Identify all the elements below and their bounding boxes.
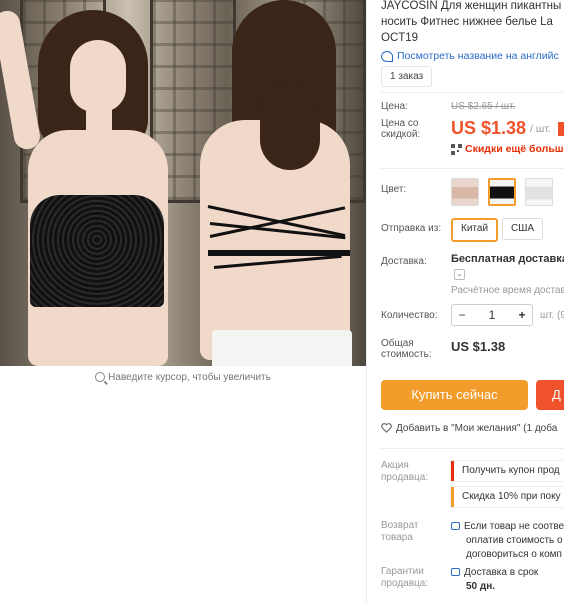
- quantity-label: Количество:: [381, 310, 438, 321]
- guarantee-line: 50 дн.: [466, 581, 496, 592]
- return-line: договориться о комп: [466, 549, 562, 560]
- color-label: Цвет:: [381, 184, 407, 195]
- return-line: Если товар не соотве: [464, 521, 564, 532]
- quantity-plus-button[interactable]: +: [512, 308, 532, 322]
- title-line: носить Фитнес нижнее белье La: [381, 16, 553, 28]
- shipping-method[interactable]: Бесплатная доставка в: [451, 253, 564, 265]
- seller-guarantee-text: Доставка в срок 50 дн.: [451, 566, 538, 594]
- return-policy-label: Возврат товара: [381, 520, 419, 543]
- price-label: Цена:: [381, 101, 408, 112]
- orders-count: 1 заказ: [381, 66, 433, 87]
- qr-code-icon: [451, 143, 462, 155]
- color-swatch-white[interactable]: [525, 178, 553, 206]
- ship-from-label: Отправка из:: [381, 223, 442, 234]
- add-to-cart-button[interactable]: Д: [536, 380, 564, 410]
- wishlist-text[interactable]: Добавить в "Мои желания" (1 доба: [396, 423, 557, 434]
- ship-from-china[interactable]: Китай: [451, 218, 499, 242]
- old-price: US $2.65 / шт.: [451, 101, 516, 112]
- product-main-image[interactable]: [0, 0, 366, 366]
- return-policy-text: Если товар не соотве оплатив стоимость о…: [451, 520, 564, 562]
- quantity-minus-button[interactable]: −: [452, 308, 472, 322]
- return-line: оплатив стоимость о: [466, 535, 563, 546]
- color-swatch-black[interactable]: [488, 178, 516, 206]
- ship-from-usa[interactable]: США: [502, 218, 544, 240]
- translate-icon: [381, 50, 393, 62]
- chevron-down-icon[interactable]: ⌄: [454, 269, 465, 280]
- promo-discount[interactable]: Скидка 10% при поку: [451, 487, 564, 507]
- discount-price-label: Цена со скидкой:: [381, 118, 421, 140]
- seller-promo-label: Акция продавца:: [381, 460, 429, 483]
- magnifier-icon: [95, 372, 106, 383]
- color-swatch-nude[interactable]: [451, 178, 479, 206]
- more-discounts-text[interactable]: Скидки ещё больше н: [465, 143, 564, 155]
- more-discounts-link[interactable]: Скидки ещё больше н: [451, 143, 564, 155]
- guarantee-icon: [451, 568, 460, 577]
- seller-guarantee-label: Гарантии продавца:: [381, 566, 429, 589]
- title-line: JAYCOSIN Для женщин пикантны: [381, 0, 562, 12]
- price-unit: / шт.: [530, 123, 551, 135]
- return-icon: [451, 522, 460, 531]
- promo-coupon[interactable]: Получить купон прод: [451, 461, 564, 481]
- divider: [381, 168, 564, 169]
- quantity-unit: шт. (9: [540, 310, 564, 321]
- quantity-stepper[interactable]: − 1 +: [451, 304, 533, 326]
- total-price: US $1.38: [451, 339, 506, 354]
- divider: [381, 92, 564, 93]
- product-title: JAYCOSIN Для женщин пикантны носить Фитн…: [381, 0, 564, 46]
- quantity-input[interactable]: 1: [472, 308, 512, 322]
- translate-link-text[interactable]: Посмотреть название на английс: [397, 50, 559, 62]
- add-to-wishlist-link[interactable]: Добавить в "Мои желания" (1 доба: [381, 423, 557, 434]
- discount-badge: [558, 122, 564, 136]
- delivery-label: Доставка:: [381, 256, 427, 267]
- total-label: Общая стоимость:: [381, 338, 432, 360]
- zoom-hint-text: Наведите курсор, чтобы увеличить: [108, 372, 271, 383]
- translate-title-link[interactable]: Посмотреть название на английс: [381, 50, 559, 62]
- current-price: US $1.38: [451, 118, 527, 138]
- title-line: OCT19: [381, 32, 419, 44]
- delivery-estimate: Расчётное время достав: [451, 285, 564, 296]
- guarantee-line: Доставка в срок: [464, 567, 539, 578]
- buy-now-button[interactable]: Купить сейчас: [381, 380, 528, 410]
- divider: [381, 448, 564, 449]
- column-divider: [366, 0, 367, 604]
- zoom-hint: Наведите курсор, чтобы увеличить: [0, 372, 366, 383]
- heart-icon: [381, 423, 392, 434]
